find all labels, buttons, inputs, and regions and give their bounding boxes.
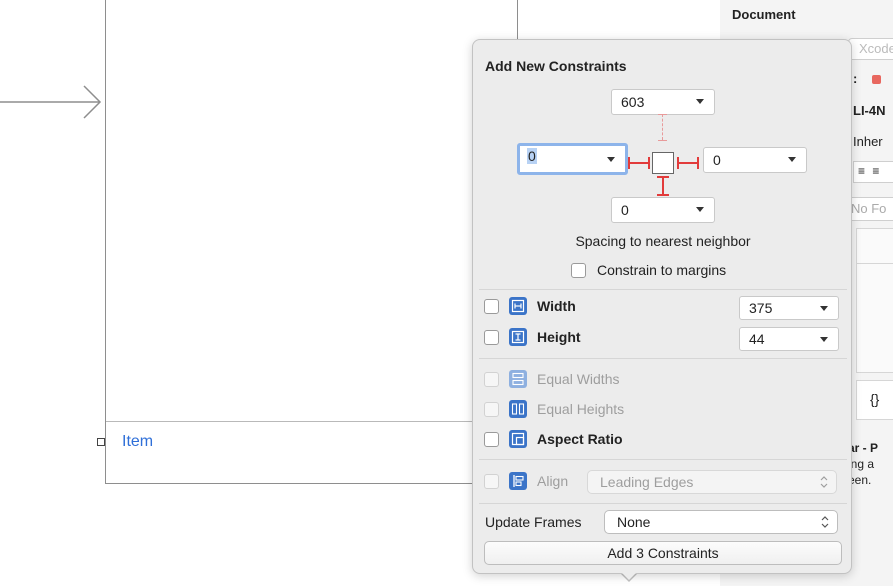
update-frames-label: Update Frames (485, 514, 582, 530)
align-label: Align (537, 473, 569, 489)
aspect-ratio-icon (509, 430, 527, 448)
inspector-section-title: Document (732, 7, 796, 22)
inspector-box-large (856, 263, 893, 373)
constraint-view-square (652, 152, 674, 174)
tab-bar-item[interactable]: Item (97, 433, 153, 451)
update-frames-value: None (617, 514, 651, 530)
leading-spacing-field[interactable]: 0 (517, 143, 628, 175)
separator (479, 358, 847, 359)
font-field[interactable]: No Fo (848, 197, 893, 221)
color-label: : (853, 71, 858, 86)
equal-heights-label: Equal Heights (537, 401, 625, 417)
chevron-down-icon (788, 157, 796, 162)
description-line: een. (848, 473, 872, 487)
up-down-arrows-icon (820, 476, 828, 488)
chevron-down-icon (696, 99, 704, 104)
separator (479, 459, 847, 460)
bottom-pin-cap (657, 194, 669, 196)
bottom-pin-cap (657, 176, 669, 178)
equal-widths-checkbox[interactable] (484, 372, 499, 387)
tab-bar-top-border (106, 421, 486, 422)
label-field[interactable]: Xcode (848, 38, 893, 60)
leading-pin-cap (648, 157, 650, 169)
update-frames-select[interactable]: None (604, 510, 838, 534)
braces-icon[interactable]: {} (856, 380, 893, 420)
top-spacing-value: 603 (621, 94, 645, 110)
separator (479, 503, 847, 504)
inherit-text: Inher (853, 134, 883, 149)
popover-title: Add New Constraints (485, 58, 627, 74)
description-line: ar - P (848, 441, 879, 455)
height-value-field[interactable]: 44 (739, 327, 839, 351)
leading-pin-strut[interactable] (628, 162, 650, 164)
leading-pin-cap (628, 157, 630, 169)
height-value: 44 (749, 331, 765, 347)
equal-widths-label: Equal Widths (537, 371, 620, 387)
leading-spacing-value: 0 (527, 148, 537, 164)
chevron-down-icon (607, 157, 615, 162)
chevron-down-icon (696, 207, 704, 212)
top-pin-strut[interactable] (662, 114, 663, 140)
height-label: Height (537, 329, 581, 345)
spacing-to-neighbor-label: Spacing to nearest neighbor (575, 233, 751, 249)
resize-handle[interactable] (97, 438, 105, 446)
object-description: ar - P ing a een. (848, 440, 878, 488)
chevron-down-icon (820, 337, 828, 342)
trailing-spacing-value: 0 (713, 152, 721, 168)
add-constraints-popover: Add New Constraints 603 0 0 0 Spacing to… (472, 39, 852, 574)
top-pin-cap (658, 140, 667, 141)
height-checkbox[interactable] (484, 330, 499, 345)
width-value-field[interactable]: 375 (739, 296, 839, 320)
alignment-control[interactable]: ≡ ≡ (853, 161, 893, 183)
width-label: Width (537, 298, 576, 314)
trailing-pin-strut[interactable] (677, 162, 699, 164)
constrain-to-margins-checkbox[interactable] (571, 263, 586, 278)
trailing-pin-cap (677, 157, 679, 169)
scene-divider (517, 0, 518, 40)
height-constraint-icon (509, 328, 527, 346)
chevron-down-icon (820, 306, 828, 311)
width-checkbox[interactable] (484, 299, 499, 314)
trailing-spacing-field[interactable]: 0 (703, 147, 807, 173)
aspect-ratio-checkbox[interactable] (484, 432, 499, 447)
tab-bar-item-label[interactable]: Item (122, 433, 153, 451)
width-value: 375 (749, 300, 773, 316)
inspector-box (856, 228, 893, 264)
color-swatch[interactable] (872, 75, 881, 84)
separator (479, 289, 847, 290)
align-checkbox[interactable] (484, 474, 499, 489)
bottom-spacing-field[interactable]: 0 (611, 197, 715, 223)
width-constraint-icon (509, 297, 527, 315)
equal-widths-icon (509, 370, 527, 388)
align-mode-select[interactable]: Leading Edges (587, 470, 837, 494)
up-down-arrows-icon (821, 516, 829, 528)
popover-arrow (620, 571, 638, 580)
initial-view-controller-arrow-icon (0, 85, 102, 119)
constrain-to-margins-label[interactable]: Constrain to margins (597, 262, 726, 278)
equal-heights-checkbox[interactable] (484, 402, 499, 417)
align-mode-value: Leading Edges (600, 474, 694, 490)
top-spacing-field[interactable]: 603 (611, 89, 715, 115)
align-constraint-icon (509, 472, 527, 490)
bottom-spacing-value: 0 (621, 202, 629, 218)
trailing-pin-cap (697, 157, 699, 169)
object-id-text: LI-4N (853, 103, 886, 118)
add-constraints-button[interactable]: Add 3 Constraints (484, 541, 842, 565)
bottom-pin-strut[interactable] (662, 176, 664, 196)
aspect-ratio-label: Aspect Ratio (537, 431, 623, 447)
description-line: ing a (848, 457, 875, 471)
equal-heights-icon (509, 400, 527, 418)
